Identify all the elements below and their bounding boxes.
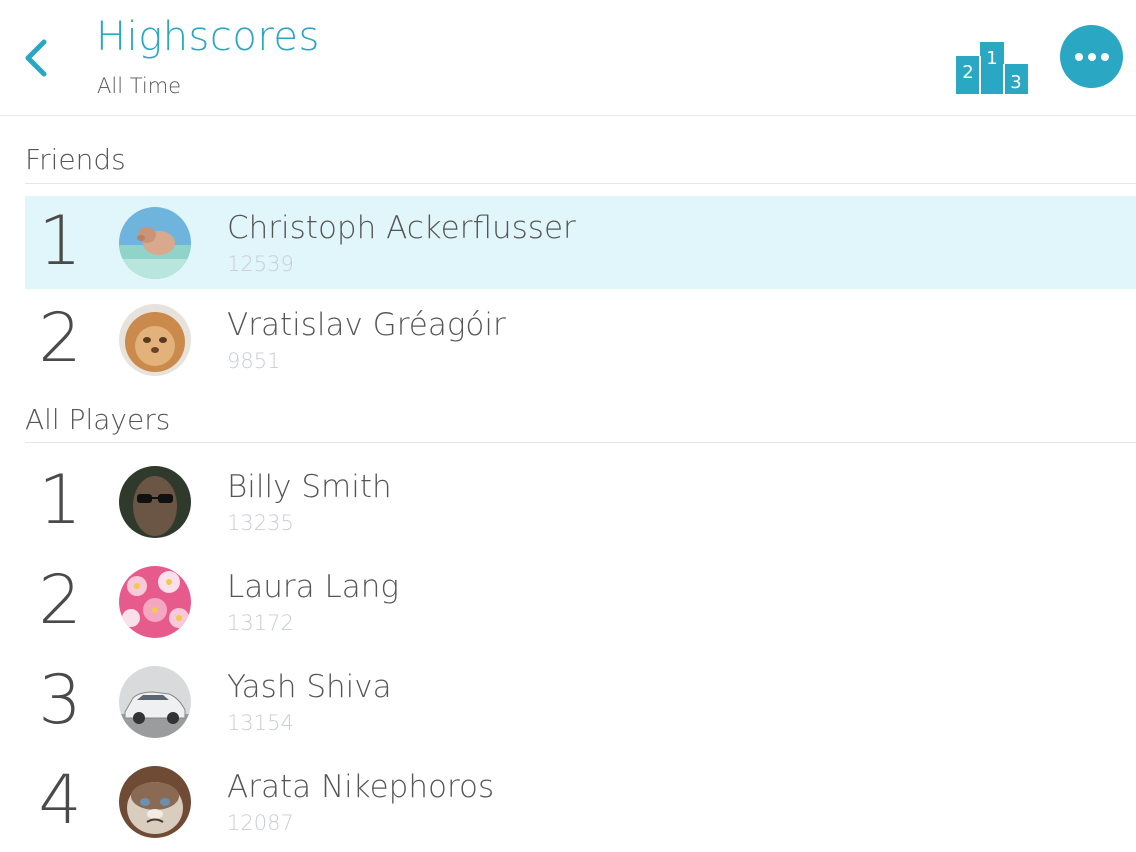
flowers-avatar xyxy=(119,566,191,638)
player-score: 13235 xyxy=(227,511,294,535)
player-name: Christoph Ackerflusser xyxy=(227,210,576,246)
section-divider xyxy=(25,442,1136,443)
more-dot-icon xyxy=(1101,53,1109,61)
leaderboard-row[interactable]: 3 Yash Shiva 13154 xyxy=(25,655,1136,748)
page-title: Highscores xyxy=(96,14,320,60)
pig-avatar xyxy=(119,207,191,279)
player-score: 12539 xyxy=(227,252,294,276)
podium-button[interactable]: 2 1 3 xyxy=(954,38,1030,98)
more-dot-icon xyxy=(1088,53,1096,61)
section-label-friends: Friends xyxy=(25,143,126,176)
podium-icon: 2 1 3 xyxy=(956,42,1028,94)
player-name: Vratislav Gréagóir xyxy=(227,307,506,343)
more-dot-icon xyxy=(1075,53,1083,61)
podium-third-label: 3 xyxy=(1010,72,1021,93)
page-subtitle: All Time xyxy=(97,74,182,98)
player-score: 13172 xyxy=(227,611,294,635)
rank-number: 2 xyxy=(38,561,82,640)
rank-number: 3 xyxy=(38,661,82,740)
player-score: 12087 xyxy=(227,811,294,835)
player-name: Laura Lang xyxy=(227,569,400,605)
chevron-left-icon xyxy=(25,39,47,77)
car-avatar xyxy=(119,666,191,738)
man-sunglasses-avatar xyxy=(119,466,191,538)
podium-first-label: 1 xyxy=(986,48,997,69)
player-name: Billy Smith xyxy=(227,469,392,505)
grumpy-cat-avatar xyxy=(119,766,191,838)
leaderboard-row[interactable]: 4 Arata Nikephoros 12087 xyxy=(25,755,1136,848)
player-name: Arata Nikephoros xyxy=(227,769,495,805)
header-bar: Highscores All Time 2 1 3 xyxy=(0,0,1136,116)
cat-avatar xyxy=(119,304,191,376)
rank-number: 1 xyxy=(38,202,82,281)
rank-number: 1 xyxy=(38,461,82,540)
player-name: Yash Shiva xyxy=(227,669,392,705)
more-options-button[interactable] xyxy=(1060,25,1123,88)
leaderboard-row[interactable]: 1 Christoph Ackerflusser 12539 xyxy=(25,196,1136,289)
player-score: 9851 xyxy=(227,349,281,373)
leaderboard-row[interactable]: 2 Laura Lang 13172 xyxy=(25,555,1136,648)
rank-number: 4 xyxy=(38,761,82,840)
section-divider xyxy=(25,183,1136,184)
rank-number: 2 xyxy=(38,299,82,378)
back-button[interactable] xyxy=(18,30,58,86)
podium-second-label: 2 xyxy=(962,62,973,83)
player-score: 13154 xyxy=(227,711,294,735)
leaderboard-row[interactable]: 2 Vratislav Gréagóir 9851 xyxy=(25,293,1136,386)
leaderboard-row[interactable]: 1 Billy Smith 13235 xyxy=(25,455,1136,548)
section-label-all-players: All Players xyxy=(25,403,171,436)
